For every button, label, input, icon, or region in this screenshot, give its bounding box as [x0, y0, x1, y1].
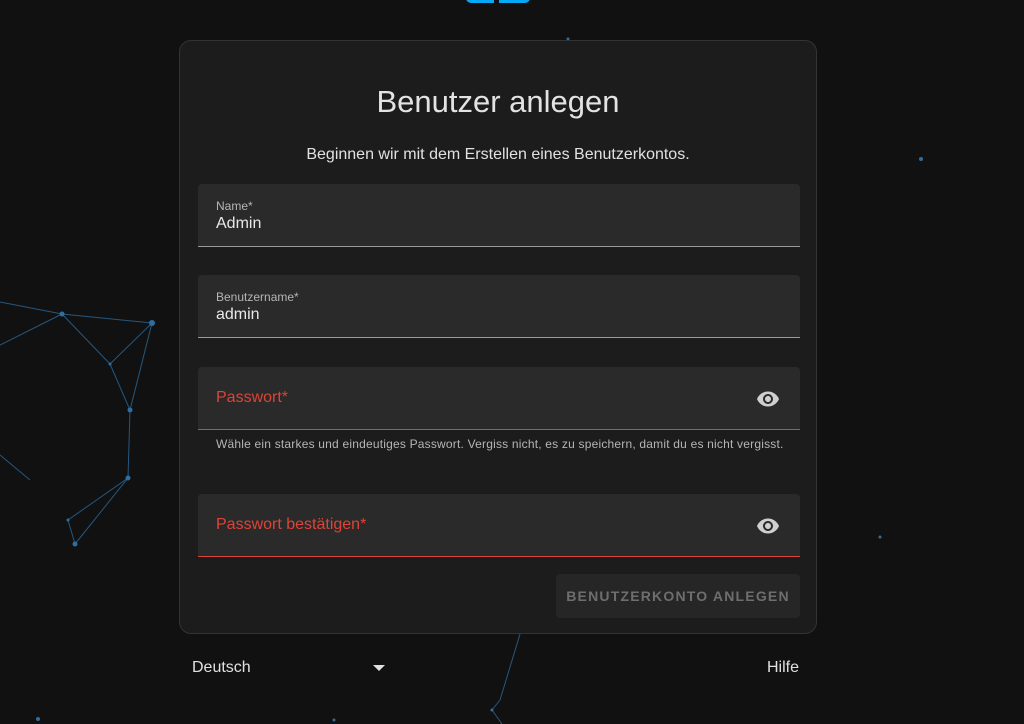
name-input[interactable] — [216, 215, 736, 233]
onboarding-page: Benutzer anlegen Beginnen wir mit dem Er… — [0, 0, 1024, 724]
language-label: Deutsch — [192, 659, 251, 676]
password-field[interactable]: Passwort* — [198, 367, 800, 430]
onboarding-card: Benutzer anlegen Beginnen wir mit dem Er… — [179, 40, 817, 634]
page-subtitle: Beginnen wir mit dem Erstellen eines Ben… — [306, 146, 690, 163]
username-input[interactable] — [216, 306, 736, 324]
password-confirm-field[interactable]: Passwort bestätigen* — [198, 494, 800, 557]
password-helper-text: Wähle ein starkes und eindeutiges Passwo… — [216, 437, 784, 451]
username-field[interactable]: Benutzername* — [198, 275, 800, 338]
app-logo — [466, 0, 530, 3]
name-label: Name* — [216, 199, 253, 213]
create-account-button[interactable]: BENUTZERKONTO ANLEGEN — [556, 574, 800, 618]
help-link[interactable]: Hilfe — [767, 659, 799, 677]
language-select[interactable]: Deutsch — [192, 659, 392, 679]
name-field[interactable]: Name* — [198, 184, 800, 247]
username-label: Benutzername* — [216, 290, 299, 304]
chevron-down-icon — [373, 665, 385, 671]
password-confirm-label: Passwort bestätigen* — [216, 516, 367, 533]
eye-icon[interactable] — [756, 514, 780, 538]
page-title: Benutzer anlegen — [376, 84, 620, 119]
eye-icon[interactable] — [756, 387, 780, 411]
password-label: Passwort* — [216, 389, 289, 406]
